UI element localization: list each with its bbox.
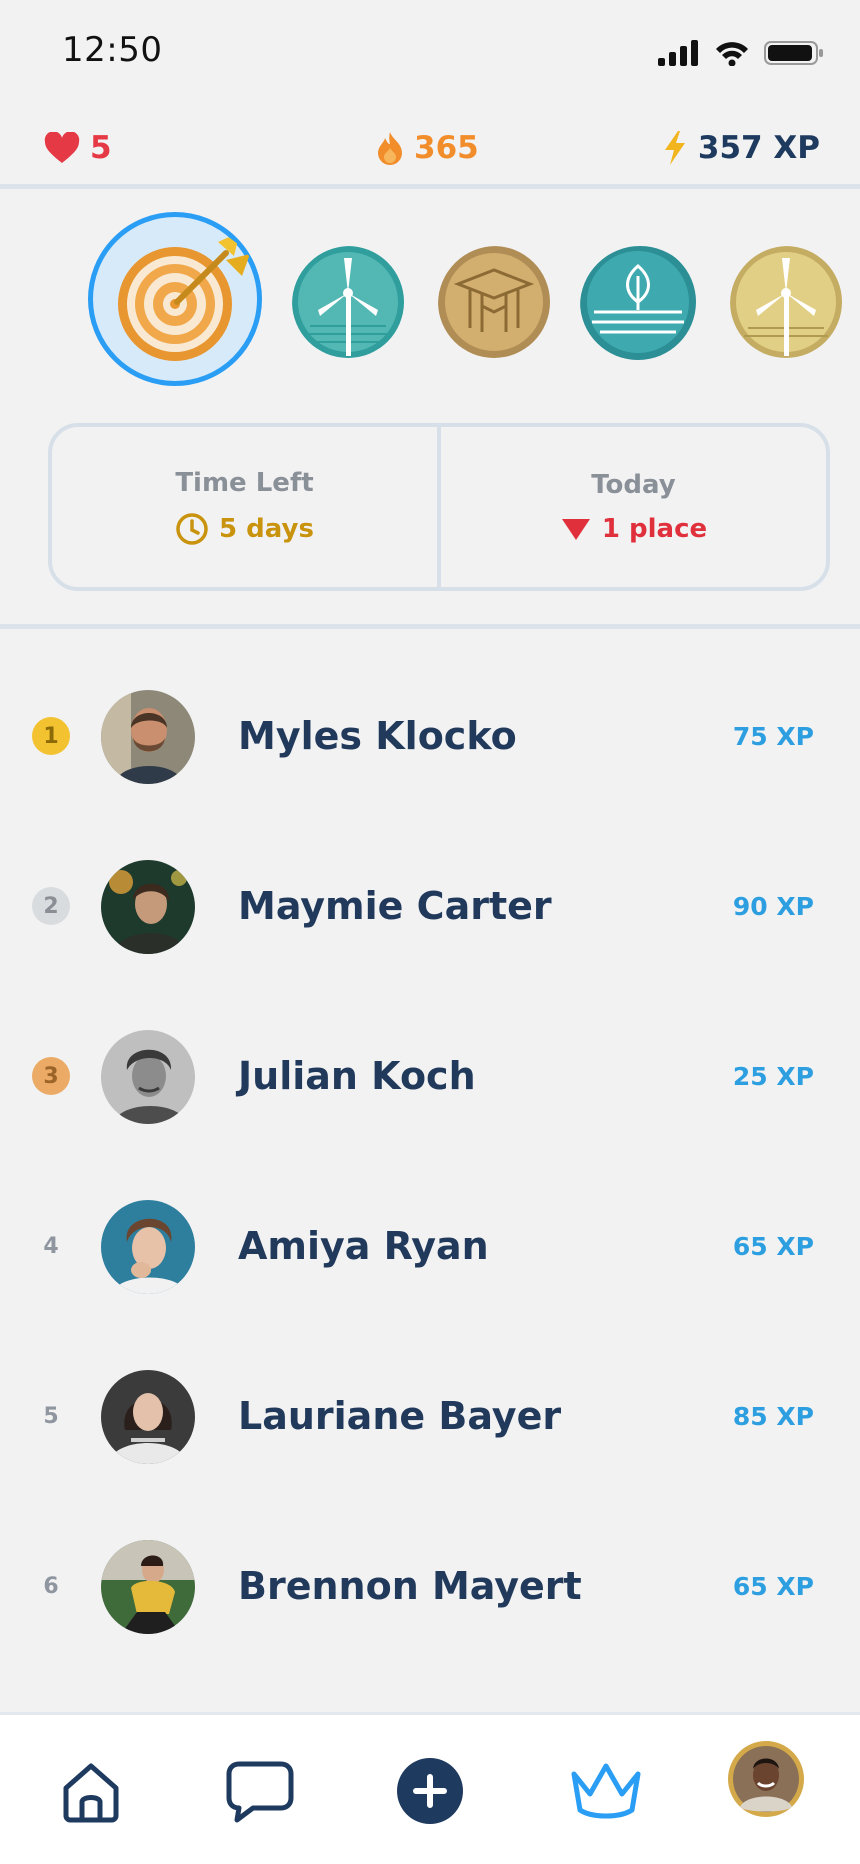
rank-badge: 1 bbox=[32, 717, 70, 755]
tab-leaderboard[interactable] bbox=[566, 1751, 646, 1831]
heart-icon bbox=[44, 132, 80, 163]
player-name: Maymie Carter bbox=[238, 884, 552, 928]
flame-icon bbox=[378, 132, 402, 165]
league-info-card: Time Left 5 days Today 1 place bbox=[48, 423, 830, 591]
player-xp: 25 XP bbox=[732, 1062, 814, 1091]
league-badges bbox=[0, 212, 860, 392]
today-text: 1 place bbox=[601, 514, 708, 544]
player-name: Lauriane Bayer bbox=[238, 1394, 562, 1438]
player-name: Myles Klocko bbox=[238, 714, 517, 758]
today-value: 1 place bbox=[560, 514, 707, 544]
crown-icon bbox=[571, 1763, 641, 1819]
wind-turbine-badge-teal[interactable] bbox=[292, 246, 408, 362]
stats-bar: 5 365 357 XP bbox=[0, 120, 860, 184]
avatar bbox=[101, 860, 195, 954]
rank-badge: 5 bbox=[43, 1403, 59, 1429]
today-cell: Today 1 place bbox=[437, 427, 826, 587]
time-left-label: Time Left bbox=[175, 468, 314, 498]
avatar bbox=[101, 1370, 195, 1464]
bottom-tab-bar bbox=[0, 1712, 860, 1864]
player-name: Amiya Ryan bbox=[238, 1224, 489, 1268]
profile-avatar bbox=[728, 1741, 804, 1817]
player-xp: 90 XP bbox=[732, 892, 814, 921]
avatar bbox=[101, 1200, 195, 1294]
home-icon bbox=[63, 1763, 119, 1823]
leaderboard-row[interactable]: 2 Maymie Carter 90 XP bbox=[0, 820, 860, 990]
avatar bbox=[101, 1540, 195, 1634]
rank-badge: 2 bbox=[32, 887, 70, 925]
tab-profile[interactable] bbox=[726, 1739, 806, 1819]
wind-turbine-badge-gold[interactable] bbox=[730, 246, 846, 362]
xp-total: 357 XP bbox=[697, 130, 820, 166]
streak-count: 365 bbox=[414, 130, 479, 166]
rank-badge: 6 bbox=[43, 1573, 59, 1599]
player-xp: 85 XP bbox=[732, 1402, 814, 1431]
lightning-icon bbox=[664, 131, 685, 165]
divider bbox=[0, 184, 860, 189]
streak-counter[interactable]: 365 bbox=[376, 130, 479, 166]
player-xp: 75 XP bbox=[732, 722, 814, 751]
leaderboard-row[interactable]: 5 Lauriane Bayer 85 XP bbox=[0, 1330, 860, 1500]
clock-icon bbox=[176, 513, 208, 545]
xp-counter[interactable]: 357 XP bbox=[662, 130, 820, 166]
down-triangle-icon bbox=[561, 519, 590, 540]
player-name: Julian Koch bbox=[238, 1054, 476, 1098]
leaderboard-row[interactable]: 1 Myles Klocko 75 XP bbox=[0, 650, 860, 820]
avatar bbox=[101, 690, 195, 784]
wifi-icon bbox=[716, 42, 748, 66]
divider bbox=[0, 624, 860, 629]
time-left-value: 5 days bbox=[175, 512, 314, 546]
add-icon bbox=[397, 1758, 463, 1824]
cellular-signal-icon bbox=[658, 40, 698, 66]
rank-badge: 4 bbox=[43, 1233, 59, 1259]
tab-chat[interactable] bbox=[220, 1751, 300, 1831]
player-name: Brennon Mayert bbox=[238, 1564, 582, 1608]
leaderboard-row[interactable]: 3 Julian Koch 25 XP bbox=[0, 990, 860, 1160]
status-time: 12:50 bbox=[62, 30, 163, 70]
hearts-count: 5 bbox=[90, 130, 112, 166]
rank-badge: 3 bbox=[32, 1057, 70, 1095]
tab-home[interactable] bbox=[51, 1751, 131, 1831]
leaderboard-list: 1 Myles Klocko 75 XP 2 Maymie Carter 90 … bbox=[0, 650, 860, 1670]
hearts-counter[interactable]: 5 bbox=[44, 130, 112, 166]
graduation-badge-gold[interactable] bbox=[438, 246, 554, 362]
today-label: Today bbox=[591, 470, 676, 500]
status-bar: 12:50 bbox=[0, 0, 860, 110]
chat-icon bbox=[226, 1761, 294, 1823]
time-left-text: 5 days bbox=[219, 514, 314, 544]
leaf-water-badge-teal[interactable] bbox=[580, 246, 700, 366]
target-badge[interactable] bbox=[114, 226, 264, 376]
time-left-cell: Time Left 5 days bbox=[52, 427, 437, 587]
battery-icon bbox=[764, 41, 823, 65]
avatar bbox=[101, 1030, 195, 1124]
leaderboard-row[interactable]: 4 Amiya Ryan 65 XP bbox=[0, 1160, 860, 1330]
leaderboard-row[interactable]: 6 Brennon Mayert 65 XP bbox=[0, 1500, 860, 1670]
player-xp: 65 XP bbox=[732, 1232, 814, 1261]
status-icons bbox=[658, 40, 824, 66]
player-xp: 65 XP bbox=[732, 1572, 814, 1601]
tab-add[interactable] bbox=[390, 1751, 470, 1831]
